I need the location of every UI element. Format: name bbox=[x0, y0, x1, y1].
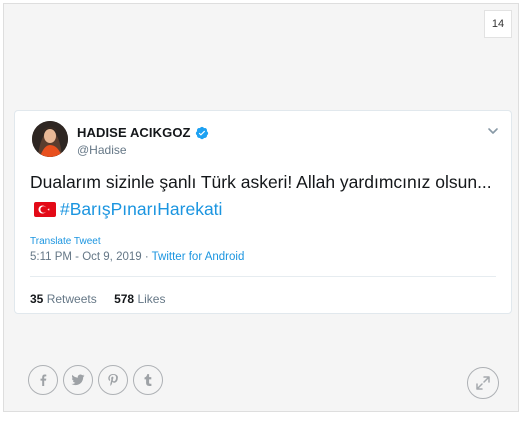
share-tumblr-button[interactable] bbox=[133, 365, 163, 395]
tweet-body: Dualarım sizinle şanlı Türk askeri! Alla… bbox=[30, 172, 492, 192]
author-name[interactable]: HADISE ACIKGOZ bbox=[77, 125, 191, 140]
facebook-icon bbox=[40, 374, 47, 386]
page-number-badge: 14 bbox=[484, 10, 512, 38]
share-twitter-button[interactable] bbox=[63, 365, 93, 395]
share-facebook-button[interactable] bbox=[28, 365, 58, 395]
share-pinterest-button[interactable] bbox=[98, 365, 128, 395]
tweet-stats: 35 Retweets 578 Likes bbox=[30, 292, 179, 306]
turkey-flag-icon bbox=[34, 202, 56, 217]
avatar[interactable] bbox=[32, 121, 68, 157]
avatar-image bbox=[32, 121, 68, 157]
author-handle[interactable]: @Hadise bbox=[77, 143, 127, 157]
verified-badge-icon bbox=[195, 126, 208, 139]
tumblr-icon bbox=[144, 374, 152, 386]
expand-icon bbox=[476, 376, 490, 390]
author-row[interactable]: HADISE ACIKGOZ bbox=[77, 125, 209, 140]
tweet-timestamp[interactable]: 5:11 PM - Oct 9, 2019 bbox=[30, 251, 142, 263]
twitter-icon bbox=[71, 374, 85, 386]
expand-button[interactable] bbox=[467, 367, 499, 399]
chevron-down-icon[interactable] bbox=[487, 125, 499, 137]
divider bbox=[30, 276, 496, 277]
tweet-meta: 5:11 PM - Oct 9, 2019 · Twitter for Andr… bbox=[30, 251, 244, 263]
retweets-count: 35 bbox=[30, 292, 44, 306]
likes-stat[interactable]: 578 Likes bbox=[114, 292, 165, 306]
share-buttons bbox=[28, 365, 163, 395]
pinterest-icon bbox=[108, 374, 118, 386]
tweet-text: Dualarım sizinle şanlı Türk askeri! Alla… bbox=[30, 169, 500, 223]
translate-tweet-link[interactable]: Translate Tweet bbox=[30, 236, 101, 247]
tweet-source-link[interactable]: Twitter for Android bbox=[152, 251, 245, 263]
embed-card: 14 HADISE ACIKGOZ @Hadise Dualarım sizin… bbox=[3, 3, 519, 412]
hashtag-link[interactable]: #BarışPınarıHarekati bbox=[60, 199, 222, 219]
likes-label: Likes bbox=[137, 292, 166, 306]
retweets-stat[interactable]: 35 Retweets bbox=[30, 292, 97, 306]
meta-separator: · bbox=[141, 251, 152, 263]
tweet-card[interactable]: HADISE ACIKGOZ @Hadise Dualarım sizinle … bbox=[14, 110, 512, 314]
retweets-label: Retweets bbox=[46, 292, 97, 306]
likes-count: 578 bbox=[114, 292, 135, 306]
